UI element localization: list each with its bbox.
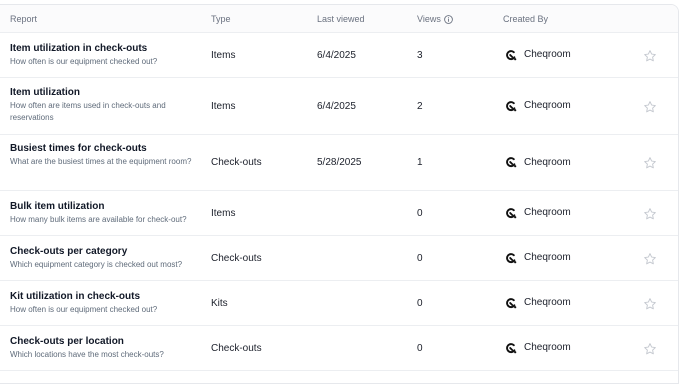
- report-title[interactable]: Busiest times for check-outs: [10, 143, 190, 155]
- report-title[interactable]: Bulk item utilization: [10, 201, 190, 213]
- last-viewed-date: 6/4/2025: [317, 100, 356, 112]
- report-type: Kits: [211, 297, 228, 309]
- report-type: Items: [211, 207, 236, 219]
- cheqroom-logo-icon: [505, 297, 524, 309]
- report-cell[interactable]: Item utilization in check-outs How often…: [10, 43, 190, 68]
- views-count: 0: [417, 252, 423, 264]
- star-outline-icon[interactable]: [643, 297, 657, 316]
- report-description: How often are items used in check-outs a…: [10, 100, 166, 122]
- report-title[interactable]: Kit utilization in check-outs: [10, 291, 190, 303]
- star-outline-icon[interactable]: [643, 156, 657, 175]
- views-count: 1: [417, 157, 423, 168]
- created-by: Cheqroom: [505, 342, 571, 354]
- table-row[interactable]: Kit utilization in check-outs How often …: [0, 281, 678, 326]
- creator-name: Cheqroom: [524, 342, 571, 353]
- column-header-report[interactable]: Report: [10, 14, 37, 24]
- column-header-last-viewed[interactable]: Last viewed: [317, 14, 365, 24]
- report-type: Check-outs: [211, 342, 262, 354]
- cheqroom-logo-icon: [505, 100, 524, 112]
- report-cell[interactable]: Kit utilization in check-outs How often …: [10, 291, 190, 316]
- report-description: How many bulk items are available for ch…: [10, 214, 187, 224]
- table-row[interactable]: Item utilization How often are items use…: [0, 78, 678, 135]
- report-type: Check-outs: [211, 252, 262, 264]
- views-count: 3: [417, 49, 423, 61]
- report-type: Check-outs: [211, 157, 262, 168]
- report-description: Which locations have the most check-outs…: [10, 349, 164, 359]
- report-description: What are the busiest times at the equipm…: [10, 157, 192, 166]
- table-row[interactable]: Item utilization in check-outs How often…: [0, 33, 678, 78]
- views-count: 0: [417, 297, 423, 309]
- report-cell[interactable]: Item utilization How often are items use…: [10, 87, 190, 124]
- report-cell[interactable]: Busiest times for check-outs What are th…: [10, 143, 191, 168]
- views-count: 0: [417, 207, 423, 219]
- cheqroom-logo-icon: [505, 342, 524, 354]
- report-cell[interactable]: Check-outs per category Which equipment …: [10, 246, 190, 271]
- report-title[interactable]: Check-outs per location: [10, 336, 190, 348]
- star-outline-icon[interactable]: [643, 342, 657, 361]
- last-viewed-date: 6/4/2025: [317, 49, 356, 61]
- report-type: Items: [211, 49, 236, 61]
- column-header-type[interactable]: Type: [211, 14, 231, 24]
- creator-name: Cheqroom: [524, 297, 571, 308]
- report-title[interactable]: Check-outs per category: [10, 246, 190, 258]
- report-type: Items: [211, 100, 236, 112]
- cheqroom-logo-icon: [505, 49, 524, 61]
- report-description: How often is our equipment checked out?: [10, 304, 158, 314]
- reports-table: Report Type Last viewed Views Created By…: [0, 4, 679, 384]
- table-row[interactable]: Check-outs per category Which equipment …: [0, 236, 678, 281]
- column-header-created-by[interactable]: Created By: [503, 14, 548, 24]
- info-icon[interactable]: [444, 15, 453, 24]
- star-outline-icon[interactable]: [643, 252, 657, 271]
- table-row[interactable]: Check-outs per location Which locations …: [0, 326, 678, 371]
- created-by: Cheqroom: [505, 49, 571, 61]
- creator-name: Cheqroom: [524, 252, 571, 263]
- created-by: Cheqroom: [505, 297, 571, 309]
- star-outline-icon[interactable]: [643, 207, 657, 226]
- views-count: 0: [417, 342, 423, 354]
- creator-name: Cheqroom: [524, 100, 571, 111]
- table-row[interactable]: Busiest times for check-outs What are th…: [0, 135, 678, 191]
- report-description: Which equipment category is checked out …: [10, 259, 183, 269]
- report-description: How often is our equipment checked out?: [10, 56, 158, 66]
- star-outline-icon[interactable]: [643, 49, 657, 68]
- creator-name: Cheqroom: [524, 49, 571, 60]
- report-cell[interactable]: Check-outs per location Which locations …: [10, 336, 190, 361]
- created-by: Cheqroom: [505, 100, 571, 112]
- cheqroom-logo-icon: [505, 156, 524, 168]
- report-cell[interactable]: Bulk item utilization How many bulk item…: [10, 201, 190, 226]
- created-by: Cheqroom: [505, 252, 571, 264]
- created-by: Cheqroom: [505, 207, 571, 219]
- column-header-views[interactable]: Views: [417, 14, 453, 24]
- star-outline-icon[interactable]: [643, 100, 657, 119]
- report-title[interactable]: Item utilization: [10, 87, 190, 99]
- last-viewed-date: 5/28/2025: [317, 157, 362, 168]
- table-header: Report Type Last viewed Views Created By: [0, 5, 678, 33]
- column-header-views-label: Views: [417, 14, 441, 24]
- table-row[interactable]: Bulk item utilization How many bulk item…: [0, 191, 678, 236]
- views-count: 2: [417, 100, 423, 112]
- report-title[interactable]: Item utilization in check-outs: [10, 43, 190, 55]
- cheqroom-logo-icon: [505, 207, 524, 219]
- creator-name: Cheqroom: [524, 156, 571, 168]
- cheqroom-logo-icon: [505, 252, 524, 264]
- creator-name: Cheqroom: [524, 207, 571, 218]
- created-by: Cheqroom: [505, 156, 571, 168]
